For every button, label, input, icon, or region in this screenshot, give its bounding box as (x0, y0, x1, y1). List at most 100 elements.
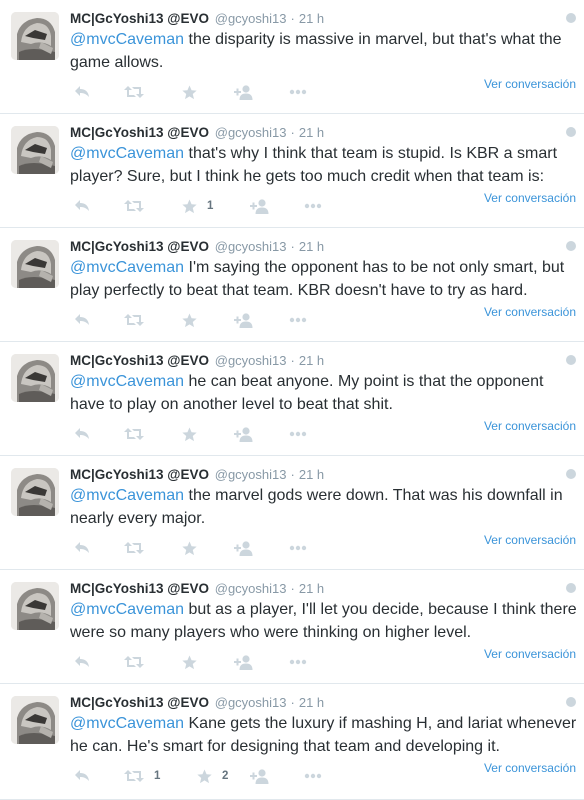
username[interactable]: @gcyoshi13 (215, 239, 287, 254)
fullname[interactable]: MC|GcYoshi13 @EVO (70, 581, 209, 596)
view-conversation-link[interactable]: Ver conversación (484, 419, 576, 433)
follow-button[interactable] (250, 766, 270, 786)
mention-link[interactable]: @mvcCaveman (70, 715, 184, 732)
favorite-button[interactable] (182, 82, 207, 102)
tweet[interactable]: MC|GcYoshi13 @EVO @gcyoshi13 · 21 h @mvcCa… (0, 456, 584, 570)
favorite-button[interactable] (182, 538, 207, 558)
follow-button[interactable] (234, 424, 254, 444)
mention-link[interactable]: @mvcCaveman (70, 487, 184, 504)
avatar[interactable] (11, 468, 59, 516)
caret-icon[interactable] (566, 469, 576, 479)
favorite-button[interactable] (182, 424, 207, 444)
fullname[interactable]: MC|GcYoshi13 @EVO (70, 239, 209, 254)
separator-dot: · (290, 353, 295, 368)
view-conversation-link[interactable]: Ver conversación (484, 191, 576, 205)
avatar[interactable] (11, 12, 59, 60)
tweet[interactable]: MC|GcYoshi13 @EVO @gcyoshi13 · 21 h @mvcCa… (0, 570, 584, 684)
retweet-button[interactable]: 1 (124, 766, 160, 786)
tweet[interactable]: MC|GcYoshi13 @EVO @gcyoshi13 · 21 h @mvcCa… (0, 342, 584, 456)
reply-button[interactable] (74, 82, 90, 102)
follow-button[interactable] (234, 538, 254, 558)
username[interactable]: @gcyoshi13 (215, 125, 287, 140)
username[interactable]: @gcyoshi13 (215, 11, 287, 26)
fullname[interactable]: MC|GcYoshi13 @EVO (70, 11, 209, 26)
retweet-button[interactable] (124, 82, 154, 102)
view-conversation-link[interactable]: Ver conversación (484, 647, 576, 661)
view-conversation-link[interactable]: Ver conversación (484, 533, 576, 547)
follow-button[interactable] (234, 652, 254, 672)
avatar[interactable] (11, 354, 59, 402)
more-options-button[interactable] (289, 538, 307, 558)
username[interactable]: @gcyoshi13 (215, 581, 287, 596)
username[interactable]: @gcyoshi13 (215, 467, 287, 482)
reply-button[interactable] (74, 652, 90, 672)
caret-icon[interactable] (566, 583, 576, 593)
avatar[interactable] (11, 240, 59, 288)
fullname[interactable]: MC|GcYoshi13 @EVO (70, 125, 209, 140)
view-conversation-link[interactable]: Ver conversación (484, 761, 576, 775)
fullname[interactable]: MC|GcYoshi13 @EVO (70, 467, 209, 482)
tweet[interactable]: MC|GcYoshi13 @EVO @gcyoshi13 · 21 h @mvcCa… (0, 684, 584, 800)
reply-button[interactable] (74, 766, 90, 786)
favorite-button[interactable] (182, 652, 207, 672)
follow-button[interactable] (234, 310, 254, 330)
avatar[interactable] (11, 696, 59, 744)
avatar[interactable] (11, 582, 59, 630)
timestamp[interactable]: 21 h (299, 125, 324, 140)
mention-link[interactable]: @mvcCaveman (70, 373, 184, 390)
fullname[interactable]: MC|GcYoshi13 @EVO (70, 353, 209, 368)
timestamp[interactable]: 21 h (299, 11, 324, 26)
caret-icon[interactable] (566, 241, 576, 251)
more-options-button[interactable] (304, 196, 322, 216)
favorite-button[interactable]: 2 (197, 766, 228, 786)
timestamp[interactable]: 21 h (299, 239, 324, 254)
username[interactable]: @gcyoshi13 (215, 353, 287, 368)
mention-link[interactable]: @mvcCaveman (70, 601, 184, 618)
tweet-text: @mvcCaveman that's why I think that team… (70, 143, 578, 188)
favorite-icon (182, 426, 197, 441)
reply-button[interactable] (74, 196, 90, 216)
retweet-button[interactable] (124, 652, 154, 672)
mention-link[interactable]: @mvcCaveman (70, 259, 184, 276)
tweet-header: MC|GcYoshi13 @EVO @gcyoshi13 · 21 h (70, 238, 564, 256)
reply-button[interactable] (74, 424, 90, 444)
caret-icon[interactable] (566, 355, 576, 365)
more-options-button[interactable] (289, 652, 307, 672)
more-options-button[interactable] (289, 310, 307, 330)
more-options-button[interactable] (304, 766, 322, 786)
tweet[interactable]: MC|GcYoshi13 @EVO @gcyoshi13 · 21 h @mvcCa… (0, 0, 584, 114)
retweet-button[interactable] (124, 310, 154, 330)
caret-icon[interactable] (566, 697, 576, 707)
mention-link[interactable]: @mvcCaveman (70, 145, 184, 162)
more-dots-icon (289, 431, 307, 437)
more-dots-icon (289, 317, 307, 323)
mention-link[interactable]: @mvcCaveman (70, 31, 184, 48)
follow-icon (234, 312, 253, 328)
timestamp[interactable]: 21 h (299, 353, 324, 368)
caret-icon[interactable] (566, 13, 576, 23)
tweet[interactable]: MC|GcYoshi13 @EVO @gcyoshi13 · 21 h @mvcCa… (0, 228, 584, 342)
username[interactable]: @gcyoshi13 (215, 695, 287, 710)
follow-button[interactable] (250, 196, 270, 216)
more-options-button[interactable] (289, 82, 307, 102)
fullname[interactable]: MC|GcYoshi13 @EVO (70, 695, 209, 710)
favorite-button[interactable]: 1 (182, 196, 213, 216)
reply-button[interactable] (74, 538, 90, 558)
view-conversation-link[interactable]: Ver conversación (484, 77, 576, 91)
timestamp[interactable]: 21 h (299, 467, 324, 482)
caret-icon[interactable] (566, 127, 576, 137)
more-options-button[interactable] (289, 424, 307, 444)
timestamp[interactable]: 21 h (299, 581, 324, 596)
follow-button[interactable] (234, 82, 254, 102)
retweet-button[interactable] (124, 196, 154, 216)
retweet-icon (124, 200, 144, 212)
tweet[interactable]: MC|GcYoshi13 @EVO @gcyoshi13 · 21 h @mvcCa… (0, 114, 584, 228)
reply-button[interactable] (74, 310, 90, 330)
retweet-button[interactable] (124, 424, 154, 444)
timestamp[interactable]: 21 h (299, 695, 324, 710)
avatar[interactable] (11, 126, 59, 174)
favorite-button[interactable] (182, 310, 207, 330)
retweet-button[interactable] (124, 538, 154, 558)
view-conversation-link[interactable]: Ver conversación (484, 305, 576, 319)
tweet-actions (70, 652, 370, 672)
